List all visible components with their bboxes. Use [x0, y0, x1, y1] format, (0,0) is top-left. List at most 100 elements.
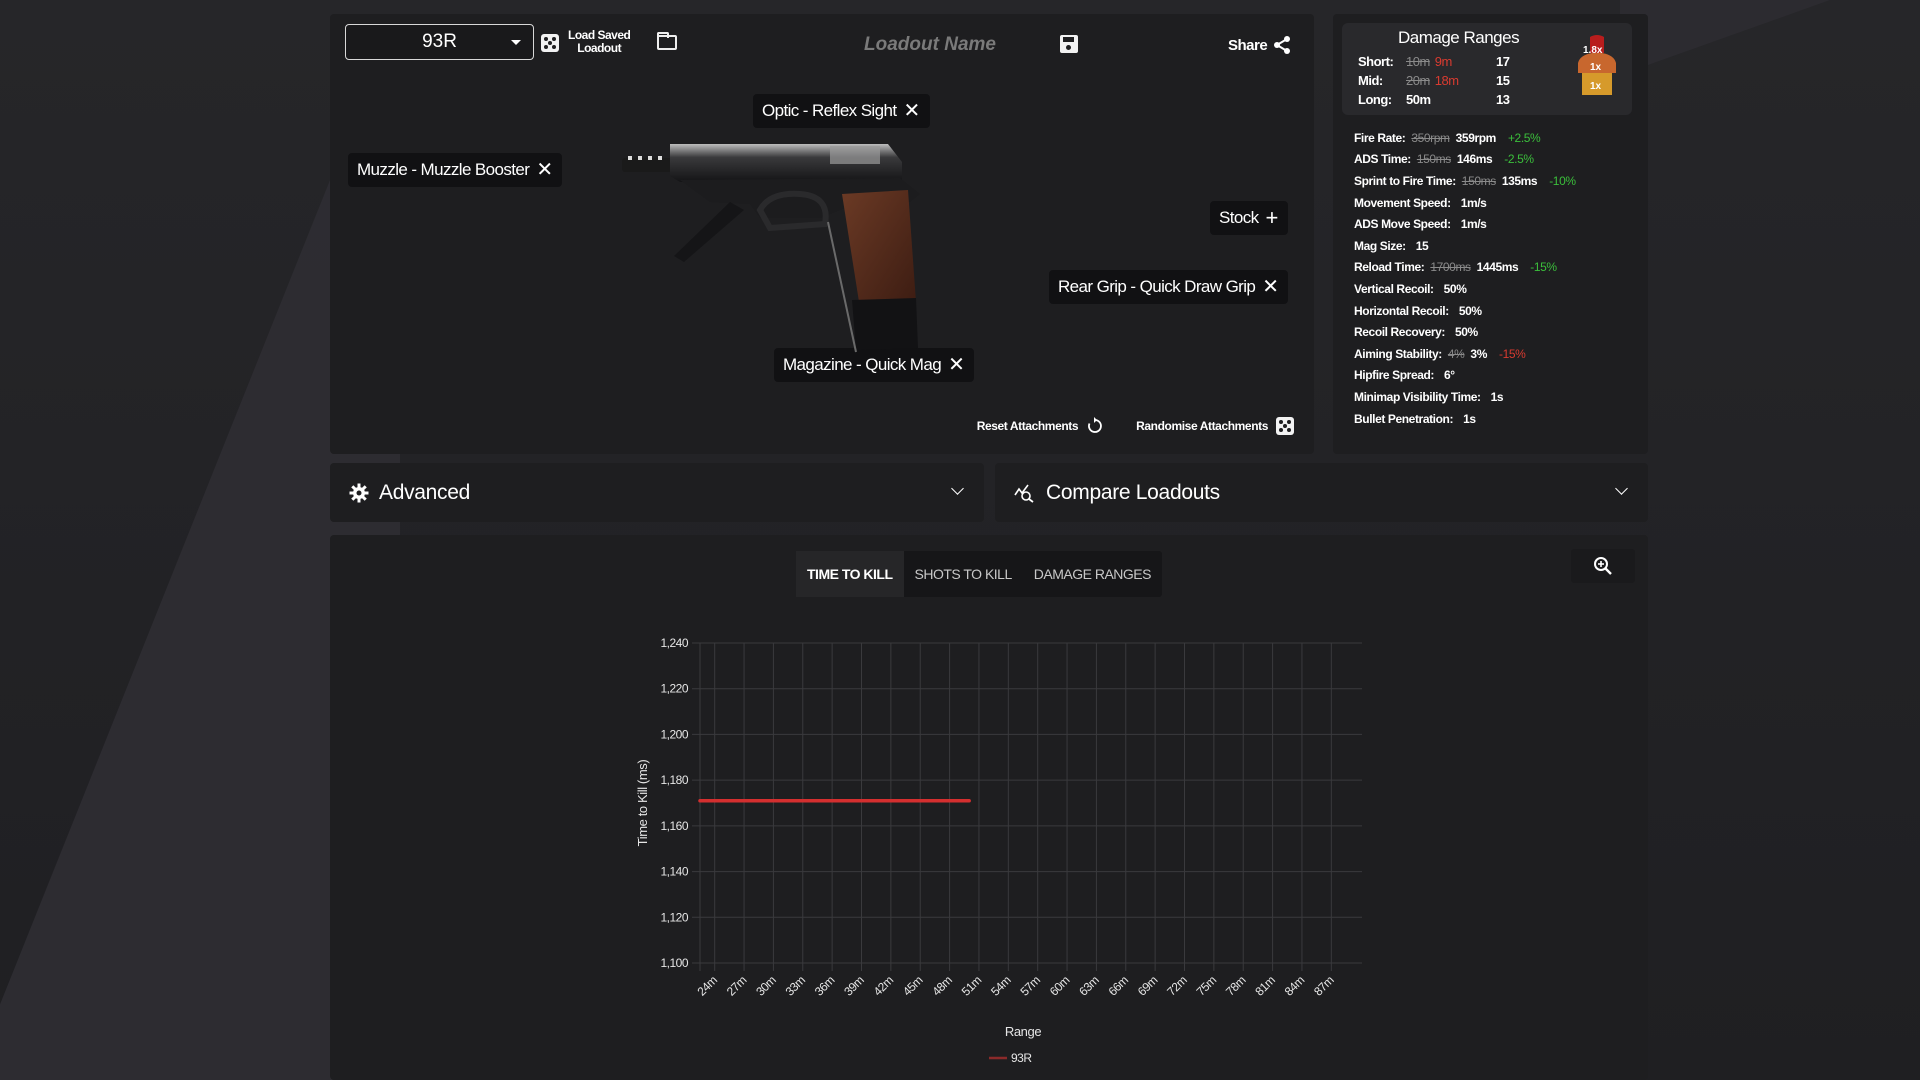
- attachment-rear-grip[interactable]: Rear Grip - Quick Draw Grip ✕: [1049, 270, 1289, 304]
- reset-attachments-button[interactable]: Reset Attachments: [977, 417, 1104, 435]
- stat-delta: +2.5%: [1507, 130, 1541, 145]
- reset-attachments-label: Reset Attachments: [976, 419, 1079, 433]
- stat-label: Mag Size:: [1354, 238, 1406, 253]
- y-tick-label: 1,160: [660, 819, 688, 833]
- x-tick-label: 39m: [841, 973, 867, 999]
- stat-value: 50%: [1454, 325, 1478, 340]
- load-saved-loadout-button[interactable]: Load Saved Loadout: [568, 29, 631, 55]
- stat-row: ADS Time: 150ms 146ms -2.5%: [1354, 149, 1576, 171]
- old-range: 10m: [1406, 54, 1430, 69]
- compare-loadouts-toggle[interactable]: Compare Loadouts: [995, 463, 1648, 522]
- damage-value: 17: [1496, 54, 1510, 69]
- stat-value: 135ms: [1501, 173, 1538, 188]
- chest-multiplier: 1x: [1590, 62, 1602, 73]
- stat-value: 50%: [1443, 281, 1467, 296]
- x-tick-label: 27m: [724, 973, 750, 999]
- stat-label: Reload Time:: [1354, 260, 1425, 275]
- attachment-optic[interactable]: Optic - Reflex Sight ✕: [753, 94, 930, 128]
- x-tick-label: 87m: [1311, 973, 1337, 999]
- dice-icon: [541, 34, 559, 52]
- save-icon[interactable]: [1060, 35, 1078, 53]
- randomise-attachments-button[interactable]: Randomise Attachments: [1136, 417, 1294, 435]
- stat-value: 1m/s: [1460, 195, 1487, 210]
- remove-icon[interactable]: ✕: [948, 355, 965, 375]
- attachment-actions: Reset Attachments Randomise Attachments: [977, 417, 1294, 435]
- x-tick-label: 45m: [900, 973, 926, 999]
- folder-icon[interactable]: [657, 32, 677, 50]
- old-range: 20m: [1406, 73, 1430, 88]
- chart-panel: TIME TO KILL SHOTS TO KILL DAMAGE RANGES…: [330, 535, 1648, 1080]
- new-range: 18m: [1434, 73, 1459, 88]
- x-tick-label: 60m: [1047, 973, 1073, 999]
- add-icon[interactable]: +: [1266, 207, 1279, 229]
- stat-old-value: 150ms: [1416, 152, 1451, 167]
- compare-chart-icon: [1014, 484, 1034, 503]
- remove-icon[interactable]: ✕: [536, 160, 553, 180]
- ttk-chart: 1,100 1,120 1,140 1,160 1,180 1,200 1,220 1,240…: [635, 636, 1362, 1065]
- stat-label: Aiming Stability:: [1354, 346, 1442, 361]
- x-tick-label: 33m: [783, 973, 809, 999]
- stat-value: 1s: [1463, 411, 1476, 426]
- damage-value: 15: [1496, 73, 1510, 88]
- stat-row: Reload Time: 1700ms 1445ms -15%: [1354, 257, 1576, 279]
- caret-down-icon: [511, 40, 521, 45]
- stat-label: Fire Rate:: [1354, 130, 1406, 145]
- stat-label: ADS Time:: [1354, 152, 1411, 167]
- x-tick-label: 84m: [1282, 973, 1308, 999]
- stat-label: Vertical Recoil:: [1354, 281, 1434, 296]
- weapon-select-value: 93R: [422, 31, 457, 52]
- stat-row: ADS Move Speed: 1m/s: [1354, 213, 1576, 235]
- randomise-weapon-button[interactable]: [541, 34, 559, 52]
- stat-row: Mag Size: 15: [1354, 235, 1576, 257]
- remove-icon[interactable]: ✕: [903, 101, 920, 121]
- stat-value: 359rpm: [1455, 130, 1497, 145]
- x-tick-label: 72m: [1164, 973, 1190, 999]
- x-tick-label: 81m: [1252, 973, 1278, 999]
- stat-label: Sprint to Fire Time:: [1354, 173, 1456, 188]
- x-tick-label: 42m: [871, 973, 897, 999]
- stat-delta: -2.5%: [1504, 152, 1534, 167]
- stat-old-value: 4%: [1447, 346, 1465, 361]
- stat-label: Hipfire Spread:: [1354, 368, 1435, 383]
- new-range: 9m: [1434, 54, 1453, 69]
- attachment-stock[interactable]: Stock +: [1210, 201, 1288, 235]
- stat-delta: -15%: [1530, 260, 1557, 275]
- remove-icon[interactable]: ✕: [1262, 277, 1279, 297]
- stat-row: Fire Rate: 350rpm 359rpm +2.5%: [1354, 127, 1576, 149]
- reset-icon: [1088, 417, 1102, 433]
- weapon-image: [620, 132, 960, 354]
- stat-row: Minimap Visibility Time: 1s: [1354, 386, 1576, 408]
- x-tick-label: 54m: [988, 973, 1014, 999]
- range-label: Short:: [1358, 54, 1394, 69]
- attachment-muzzle[interactable]: Muzzle - Muzzle Booster ✕: [348, 153, 563, 187]
- stat-value: 1m/s: [1460, 217, 1487, 232]
- share-button[interactable]: Share: [1228, 35, 1291, 55]
- stat-value: 15: [1415, 238, 1429, 253]
- randomise-attachments-label: Randomise Attachments: [1136, 419, 1268, 433]
- body-multiplier-figure: 1.8x 1x 1x: [1572, 35, 1622, 109]
- range-label: Mid:: [1358, 73, 1383, 88]
- loadout-builder-panel: 93R Load Saved Loadout Share Muzzle - Mu…: [330, 14, 1314, 454]
- stat-label: Recoil Recovery:: [1354, 325, 1445, 340]
- chevron-down-icon: [1615, 482, 1628, 495]
- damage-range-row-mid: Mid: 20m 18m 15: [1358, 73, 1526, 88]
- stat-row: Bullet Penetration: 1s: [1354, 408, 1576, 430]
- y-tick-label: 1,120: [660, 910, 688, 924]
- dice-icon: [1276, 417, 1294, 435]
- advanced-toggle[interactable]: Advanced: [330, 463, 984, 522]
- range-label: Long:: [1358, 92, 1392, 107]
- stat-delta: -10%: [1549, 173, 1576, 188]
- weapon-select[interactable]: 93R: [345, 24, 534, 60]
- damage-range-row-long: Long: 50m 13: [1358, 92, 1526, 107]
- loadout-name-input[interactable]: [810, 32, 1050, 58]
- stat-row: Hipfire Spread: 6°: [1354, 365, 1576, 387]
- stat-value: 3%: [1470, 346, 1487, 361]
- x-tick-label: 24m: [694, 973, 720, 999]
- attachment-label: Optic - Reflex Sight: [762, 101, 897, 120]
- stat-row: Horizontal Recoil: 50%: [1354, 300, 1576, 322]
- damage-ranges-title: Damage Ranges: [1398, 28, 1520, 47]
- x-tick-label: 36m: [812, 973, 838, 999]
- stat-label: Bullet Penetration:: [1354, 411, 1454, 426]
- load-saved-label-line2: Loadout: [577, 41, 622, 55]
- x-tick-label: 57m: [1017, 973, 1043, 999]
